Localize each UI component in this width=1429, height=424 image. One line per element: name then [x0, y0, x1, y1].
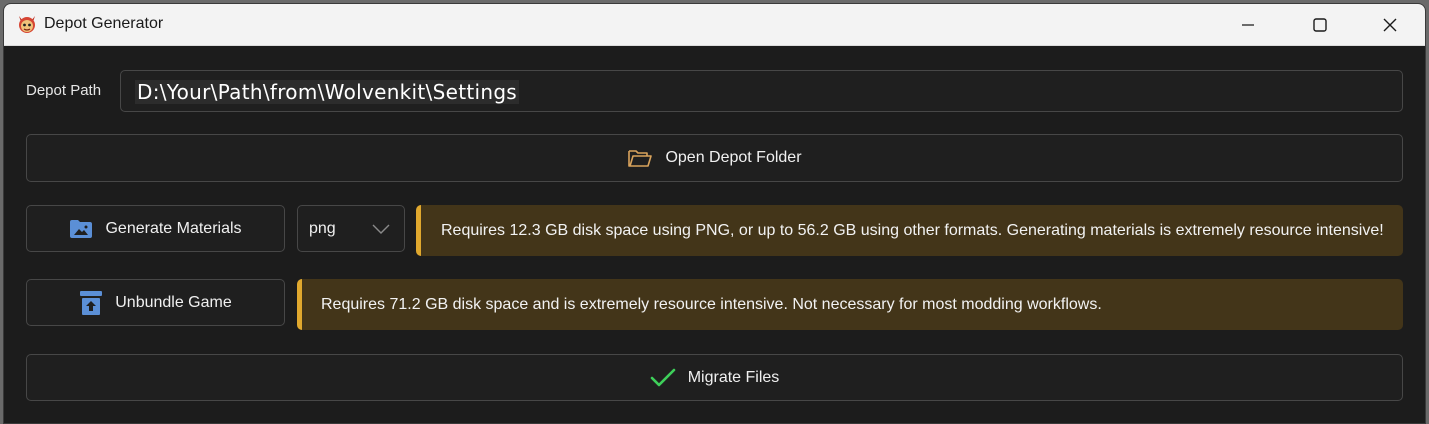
open-depot-folder-label: Open Depot Folder [665, 149, 802, 166]
depot-path-input[interactable]: D:\Your\Path\from\Wolvenkit\Settings [120, 70, 1403, 112]
unbundle-game-button[interactable]: Unbundle Game [26, 279, 285, 326]
materials-warning-text: Requires 12.3 GB disk space using PNG, o… [441, 221, 1384, 239]
format-select-value: png [309, 220, 336, 237]
unbundle-game-label: Unbundle Game [115, 293, 232, 311]
unbundle-warning-banner: Requires 71.2 GB disk space and is extre… [297, 279, 1403, 330]
open-depot-folder-button[interactable]: Open Depot Folder [26, 134, 1403, 182]
generate-materials-button[interactable]: Generate Materials [26, 205, 285, 252]
archive-upload-icon [79, 290, 103, 316]
checkmark-icon [650, 368, 676, 388]
depot-path-label: Depot Path [26, 82, 102, 99]
format-select[interactable]: png [297, 205, 405, 252]
minimize-button[interactable] [1213, 4, 1283, 46]
image-folder-icon [69, 219, 93, 239]
window-title: Depot Generator [44, 15, 164, 32]
maximize-button[interactable] [1285, 4, 1355, 46]
minimize-icon [1242, 19, 1254, 31]
unbundle-warning-text: Requires 71.2 GB disk space and is extre… [321, 295, 1102, 313]
migrate-files-label: Migrate Files [687, 368, 780, 386]
close-icon [1383, 18, 1397, 32]
folder-open-icon [627, 147, 653, 169]
materials-warning-banner: Requires 12.3 GB disk space using PNG, o… [416, 205, 1403, 256]
generate-materials-label: Generate Materials [105, 219, 242, 237]
depot-generator-window: Depot Generator Depot Path D:\Your\Path\… [3, 3, 1426, 424]
title-bar[interactable]: Depot Generator [4, 4, 1425, 46]
maximize-icon [1313, 18, 1327, 32]
chevron-down-icon [371, 222, 391, 240]
close-button[interactable] [1355, 4, 1425, 46]
depot-path-value: D:\Your\Path\from\Wolvenkit\Settings [135, 80, 520, 104]
devil-mascot-icon [16, 13, 38, 35]
migrate-files-button[interactable]: Migrate Files [26, 354, 1403, 401]
